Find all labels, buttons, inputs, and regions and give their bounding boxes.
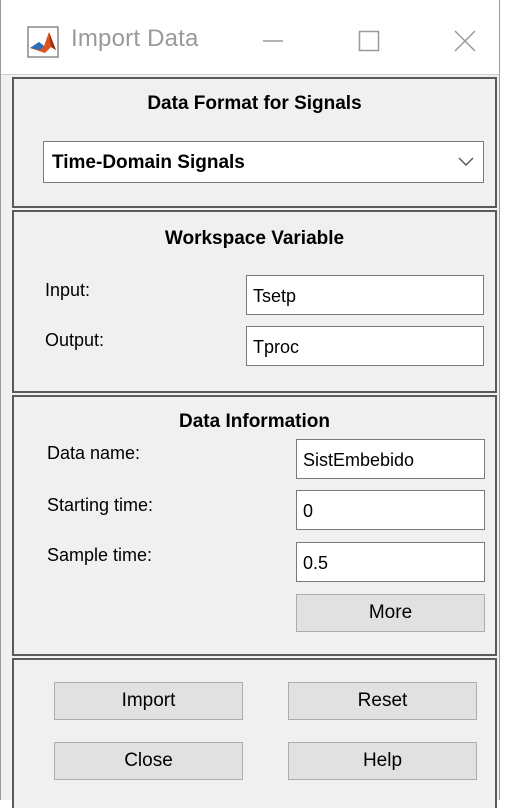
- data-format-panel: Data Format for Signals Time-Domain Sign…: [12, 77, 497, 208]
- close-window-button[interactable]: [437, 16, 493, 66]
- reset-button[interactable]: Reset: [288, 682, 477, 720]
- output-field[interactable]: Tproc: [246, 326, 484, 366]
- close-icon: [454, 30, 476, 52]
- minimize-icon: [263, 40, 283, 42]
- data-information-heading: Data Information: [179, 411, 330, 432]
- starting-time-label: Starting time:: [47, 495, 154, 515]
- close-button[interactable]: Close: [54, 742, 243, 780]
- minimize-button[interactable]: [245, 16, 301, 66]
- import-data-window: Import Data Data Format for Signals Time…: [0, 0, 500, 808]
- sample-time-label: Sample time:: [47, 545, 153, 565]
- data-name-label: Data name:: [47, 443, 141, 463]
- actions-panel: Import Reset Close Help: [12, 658, 497, 808]
- help-button[interactable]: Help: [288, 742, 477, 780]
- data-format-heading: Data Format for Signals: [147, 93, 362, 114]
- data-format-selected: Time-Domain Signals: [52, 152, 245, 173]
- starting-time-field[interactable]: 0: [296, 490, 485, 530]
- input-label: Input:: [45, 280, 91, 300]
- output-label: Output:: [45, 330, 105, 350]
- matlab-icon: [27, 26, 59, 58]
- import-button[interactable]: Import: [54, 682, 243, 720]
- workspace-variable-panel: Workspace Variable Input: Tsetp Output: …: [12, 210, 497, 393]
- data-information-panel: Data Information Data name: SistEmbebido…: [12, 395, 497, 656]
- window-title: Import Data: [71, 25, 199, 52]
- title-bar: Import Data: [1, 0, 499, 75]
- sample-time-field[interactable]: 0.5: [296, 542, 485, 582]
- workspace-variable-heading: Workspace Variable: [164, 228, 345, 249]
- maximize-icon: [358, 30, 380, 52]
- data-format-select[interactable]: Time-Domain Signals: [43, 141, 484, 183]
- maximize-button[interactable]: [341, 16, 397, 66]
- data-name-field[interactable]: SistEmbebido: [296, 439, 485, 479]
- chevron-down-icon[interactable]: [449, 142, 483, 182]
- input-field[interactable]: Tsetp: [246, 275, 484, 315]
- more-button[interactable]: More: [296, 594, 485, 632]
